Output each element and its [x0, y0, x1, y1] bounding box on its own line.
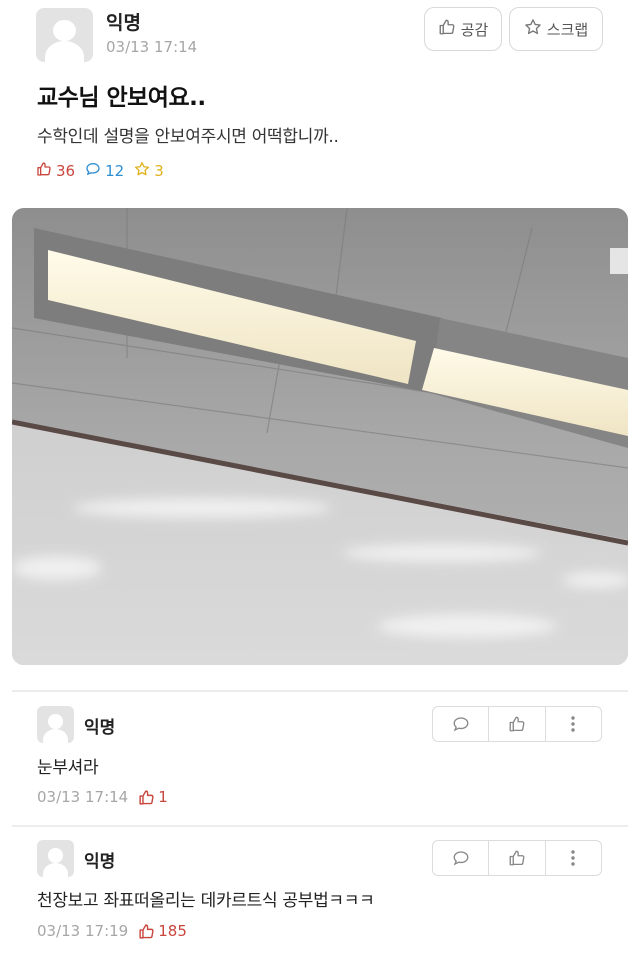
thumbs-up-icon [509, 716, 525, 732]
scrap-button-label: 스크랩 [546, 20, 589, 39]
more-vertical-icon [571, 716, 576, 732]
more-options-button[interactable] [546, 707, 601, 741]
like-count: 36 [36, 161, 75, 181]
comment-item: 익명 천장보고 좌표떠올리는 데카르트식 공부법ㅋㅋㅋ 03/13 17:19 … [0, 834, 640, 958]
post-time: 03/13 17:14 [106, 38, 198, 56]
comment-text: 천장보고 좌표떠올리는 데카르트식 공부법ㅋㅋㅋ [37, 891, 375, 911]
comment-like-count: 185 [138, 922, 187, 940]
thumbs-up-icon [509, 850, 525, 866]
comment-actions [432, 840, 602, 876]
comment-like-button[interactable] [489, 707, 546, 741]
like-button[interactable]: 공감 [424, 7, 502, 51]
scrap-button[interactable]: 스크랩 [509, 7, 603, 51]
thumbs-up-icon [139, 923, 154, 939]
comment-time: 03/13 17:19 [37, 922, 129, 940]
post-title: 교수님 안보여요.. [37, 85, 206, 111]
more-vertical-icon [571, 850, 576, 866]
scrap-count: 3 [134, 161, 164, 181]
thumbs-up-icon [438, 18, 456, 40]
thumbs-up-icon [139, 789, 154, 805]
reply-button[interactable] [433, 841, 490, 875]
divider [12, 690, 628, 692]
post-stats: 36 12 3 [36, 160, 164, 182]
post-header: 익명 03/13 17:14 공감 스크랩 [0, 0, 640, 70]
reply-button[interactable] [433, 707, 490, 741]
more-options-button[interactable] [546, 841, 601, 875]
avatar [37, 706, 74, 743]
comment-text: 눈부셔라 [37, 758, 99, 778]
comment-like-count: 1 [138, 788, 168, 806]
comment-meta: 03/13 17:19 185 [37, 922, 187, 940]
comment-like-button[interactable] [489, 841, 546, 875]
post-image[interactable] [12, 208, 628, 665]
post-body: 수학인데 설명을 안보여주시면 어떡합니까.. [37, 127, 339, 147]
comment-item: 익명 눈부셔라 03/13 17:14 1 [0, 700, 640, 825]
comment-actions [432, 706, 602, 742]
comment-author: 익명 [84, 718, 116, 738]
ceiling-lights-photo [12, 208, 628, 665]
thumbs-up-icon [36, 161, 52, 181]
divider [12, 825, 628, 827]
speech-bubble-icon [453, 851, 469, 866]
avatar [36, 8, 93, 62]
comment-time: 03/13 17:14 [37, 788, 129, 806]
star-icon [134, 161, 150, 181]
post-author: 익명 [106, 12, 141, 34]
like-button-label: 공감 [460, 20, 489, 39]
comment-author: 익명 [84, 852, 116, 872]
speech-bubble-icon [85, 161, 101, 181]
avatar [37, 840, 74, 877]
comment-meta: 03/13 17:14 1 [37, 788, 168, 806]
comment-count: 12 [85, 161, 124, 181]
star-icon [524, 18, 542, 40]
speech-bubble-icon [453, 717, 469, 732]
